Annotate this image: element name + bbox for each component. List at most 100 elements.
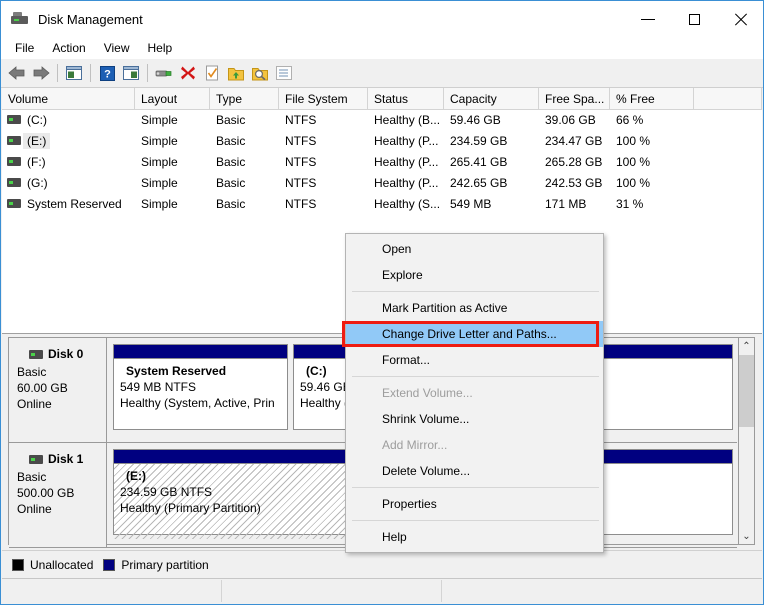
menu-item-properties[interactable]: Properties	[346, 491, 603, 517]
show-hide-tree-button[interactable]	[120, 62, 142, 84]
menu-item-help[interactable]: Help	[346, 524, 603, 550]
cell-file_system: NTFS	[285, 112, 317, 127]
legend-label: Primary partition	[121, 558, 209, 572]
volume-drive-icon	[7, 115, 21, 124]
cell-percent_free: 100 %	[616, 175, 651, 190]
legend-swatch	[12, 559, 24, 571]
menu-file[interactable]: File	[6, 38, 43, 58]
scroll-up-button[interactable]: ⌃	[739, 338, 754, 354]
disk-info-disk-1[interactable]: Disk 1 Basic 500.00 GB Online	[9, 443, 107, 547]
cell-status: Healthy (B...	[374, 112, 441, 127]
menu-separator	[352, 487, 599, 488]
export-list-icon	[228, 67, 244, 80]
menu-item-extend-volume: Extend Volume...	[382, 386, 473, 400]
menu-view[interactable]: View	[95, 38, 139, 58]
export-list-button[interactable]	[225, 62, 247, 84]
cell-type: Basic	[216, 154, 246, 169]
column-header-layout[interactable]: Layout	[135, 88, 210, 109]
menu-action[interactable]: Action	[43, 38, 94, 58]
cell-volume: (C:)	[2, 109, 135, 130]
caption-button-group	[625, 1, 763, 37]
cell-layout: Simple	[141, 112, 178, 127]
toolbar-separator	[147, 64, 148, 82]
menu-help[interactable]: Help	[139, 38, 182, 58]
disk-drive-icon	[29, 349, 43, 359]
search-button[interactable]	[249, 62, 271, 84]
window-title: Disk Management	[38, 11, 143, 27]
context-menu[interactable]: Open Explore Mark Partition as Active Chang…	[342, 233, 604, 553]
disk-title: Disk 0	[17, 346, 106, 362]
delete-button[interactable]	[177, 62, 199, 84]
menu-item-explore[interactable]: Explore	[346, 262, 603, 288]
disk-name: Disk 1	[48, 452, 84, 466]
cell-free_space: 242.53 GB	[545, 175, 603, 190]
cell-volume: (E:)	[2, 130, 135, 151]
cell-capacity: 59.46 GB	[450, 112, 501, 127]
menu-item-add-mirror: Add Mirror...	[382, 438, 448, 452]
forward-button[interactable]	[30, 62, 52, 84]
cell-layout: Simple	[141, 175, 178, 190]
volume-label: (C:)	[27, 112, 47, 127]
legend-item: Unallocated	[12, 558, 93, 572]
back-icon	[8, 66, 25, 80]
partition-body: System Reserved 549 MB NTFS Healthy (Syste…	[114, 359, 287, 434]
forward-icon	[33, 66, 50, 80]
column-header-status[interactable]: Status	[368, 88, 444, 109]
table-row[interactable]: System Reserved Simple Basic NTFS Healthy (S…	[2, 193, 762, 214]
detail-view-button[interactable]	[273, 62, 295, 84]
properties-button[interactable]	[153, 62, 175, 84]
show-hide-console-tree-icon	[123, 66, 139, 80]
menu-bar: File Action View Help	[1, 37, 763, 60]
partition-label: System Reserved	[126, 364, 227, 378]
partition[interactable]: System Reserved 549 MB NTFS Healthy (Syste…	[113, 344, 288, 430]
disk-info-disk-0[interactable]: Disk 0 Basic 60.00 GB Online	[9, 338, 107, 442]
menu-item-delete-volume[interactable]: Delete Volume...	[346, 458, 603, 484]
cell-status: Healthy (P...	[374, 175, 439, 190]
status-segment	[2, 580, 222, 602]
cell-type: Basic	[216, 112, 246, 127]
legend-swatch	[103, 559, 116, 571]
table-row[interactable]: (C:) Simple Basic NTFS Healthy (B... 59.46 GB…	[2, 109, 762, 130]
disk-state: Online	[17, 502, 52, 516]
disk-vertical-scrollbar[interactable]: ⌃ ⌄	[738, 337, 755, 545]
status-segment	[442, 580, 762, 602]
cell-file_system: NTFS	[285, 133, 317, 148]
scroll-down-button[interactable]: ⌄	[739, 528, 754, 544]
column-header-type[interactable]: Type	[210, 88, 279, 109]
cell-free_space: 171 MB	[545, 196, 587, 211]
cell-layout: Simple	[141, 133, 178, 148]
back-button[interactable]	[6, 62, 28, 84]
column-header-volume[interactable]: Volume	[2, 88, 135, 109]
cell-layout: Simple	[141, 196, 178, 211]
menu-item-shrink-volume[interactable]: Shrink Volume...	[346, 406, 603, 432]
toolbar: ?	[1, 59, 763, 88]
menu-item-mark-partition-as-active[interactable]: Mark Partition as Active	[346, 295, 603, 321]
column-header-free-spa[interactable]: Free Spa...	[539, 88, 610, 109]
column-header-file-system[interactable]: File System	[279, 88, 368, 109]
menu-item-change-drive-letter-and-paths[interactable]: Change Drive Letter and Paths...	[346, 321, 603, 347]
rescan-disks-button[interactable]	[201, 62, 223, 84]
cell-volume: System Reserved	[2, 193, 135, 214]
cell-volume: (F:)	[2, 151, 135, 172]
help-button[interactable]: ?	[96, 62, 118, 84]
column-header-free[interactable]: % Free	[610, 88, 694, 109]
close-button[interactable]	[717, 1, 763, 37]
status-bar	[2, 578, 762, 603]
volume-label: (E:)	[23, 132, 51, 149]
menu-item-open[interactable]: Open	[346, 236, 603, 262]
menu-separator	[352, 520, 599, 521]
cell-capacity: 242.65 GB	[450, 175, 508, 190]
table-row[interactable]: (F:) Simple Basic NTFS Healthy (P... 265.41 G…	[2, 151, 762, 172]
column-header-capacity[interactable]: Capacity	[444, 88, 539, 109]
scrollbar-thumb[interactable]	[739, 355, 754, 427]
up-one-level-button[interactable]	[63, 62, 85, 84]
volume-label: (F:)	[27, 154, 46, 169]
column-header-blank[interactable]	[694, 88, 762, 109]
menu-item-format[interactable]: Format...	[346, 347, 603, 373]
volume-drive-icon	[7, 157, 21, 166]
table-row[interactable]: (G:) Simple Basic NTFS Healthy (P... 242.65 G…	[2, 172, 762, 193]
disk-type: Basic	[17, 365, 47, 379]
maximize-button[interactable]	[671, 1, 717, 37]
table-row[interactable]: (E:) Simple Basic NTFS Healthy (P... 234.59 G…	[2, 130, 762, 151]
minimize-button[interactable]	[625, 1, 671, 37]
